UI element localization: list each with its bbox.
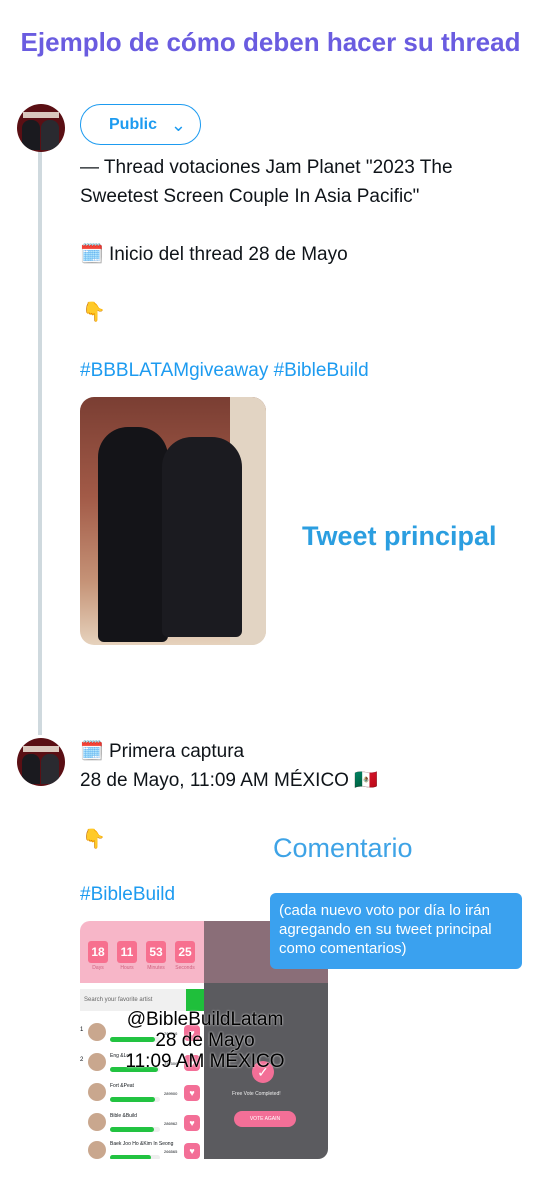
calendar-icon: 🗓️ [80, 244, 104, 265]
avatar[interactable] [17, 104, 65, 152]
vote-count: 266565 [164, 1149, 178, 1154]
avatar [88, 1113, 106, 1131]
countdown-seconds: 25 [175, 941, 195, 963]
thread-connector-line [38, 150, 42, 735]
artist-name: Bible &Build [110, 1113, 137, 1119]
tweet-start-text: Inicio del thread 28 de Mayo [108, 244, 348, 265]
artist-search: Search your favorite artist [80, 989, 204, 1011]
heart-icon: ♥ [184, 1115, 200, 1131]
countdown-hours-label: Hours [120, 965, 134, 971]
capture-overlay-text: @BibleBuildLatam 28 de Mayo 11:09 AM MÉX… [100, 1009, 310, 1072]
free-vote-text: Free Vote Completed! [232, 1091, 281, 1097]
vote-again-button: VOTE AGAIN [234, 1111, 296, 1127]
pointing-down-icon: 👇 [82, 829, 106, 850]
countdown-seconds-label: Seconds [175, 965, 195, 971]
countdown-minutes: 53 [146, 941, 166, 963]
artist-name: Baek Joo Ho &Kim In Seong [110, 1141, 174, 1147]
annotation-main-tweet: Tweet principal [302, 521, 497, 551]
avatar [88, 1141, 106, 1159]
annotation-bubble: (cada nuevo voto por día lo irán agregan… [270, 893, 522, 969]
vote-count: 289900 [164, 1091, 178, 1096]
artist-name: Fort &Peat [110, 1083, 134, 1089]
avatar[interactable] [17, 738, 65, 786]
audience-select[interactable]: Public ⌄ [80, 104, 201, 145]
overlay-date: 28 de Mayo [155, 1030, 255, 1051]
hashtags[interactable]: #BBBLATAMgiveaway #BibleBuild [80, 360, 369, 382]
list-item: Fort &Peat 289900 ♥ [80, 1081, 204, 1107]
avatar [88, 1083, 106, 1101]
vote-bar [110, 1155, 160, 1159]
hashtags[interactable]: #BibleBuild [80, 884, 175, 906]
rank: 2 [80, 1057, 84, 1063]
countdown-days-label: Days [92, 965, 104, 971]
rank: 1 [80, 1027, 84, 1033]
vote-bar [110, 1097, 160, 1102]
page-title: Ejemplo de cómo deben hacer su thread [20, 27, 521, 57]
tweet2-line1: 🗓️ Primera captura [80, 737, 244, 766]
list-item: Bible &Build 286962 ♥ [80, 1111, 204, 1137]
calendar-icon: 🗓️ [80, 741, 104, 762]
countdown-minutes-label: Minutes [147, 965, 165, 971]
vote-count: 286962 [164, 1121, 178, 1126]
tweet-text-line2: 🗓️ Inicio del thread 28 de Mayo [80, 240, 348, 269]
overlay-time: 11:09 AM MÉXICO [125, 1051, 285, 1072]
pointing-down-icon: 👇 [82, 302, 106, 323]
heart-icon: ♥ [184, 1085, 200, 1101]
search-icon [186, 989, 204, 1011]
tweet-photo[interactable] [80, 397, 266, 645]
countdown-days: 18 [88, 941, 108, 963]
vote-bar [110, 1127, 160, 1132]
search-placeholder: Search your favorite artist [84, 997, 153, 1003]
chevron-down-icon: ⌄ [170, 115, 186, 135]
audience-label: Public [109, 115, 158, 133]
heart-icon: ♥ [184, 1143, 200, 1159]
tweet2-caption: Primera captura [108, 741, 245, 762]
tweet-text-line1: — Thread votaciones Jam Planet "2023 The… [80, 157, 453, 207]
annotation-comment: Comentario [273, 833, 413, 863]
countdown-hours: 11 [117, 941, 137, 963]
list-item: Baek Joo Ho &Kim In Seong 266565 ♥ [80, 1139, 204, 1159]
tweet2-line2: 28 de Mayo, 11:09 AM MÉXICO 🇲🇽 [80, 770, 378, 791]
overlay-handle: @BibleBuildLatam [126, 1009, 284, 1030]
